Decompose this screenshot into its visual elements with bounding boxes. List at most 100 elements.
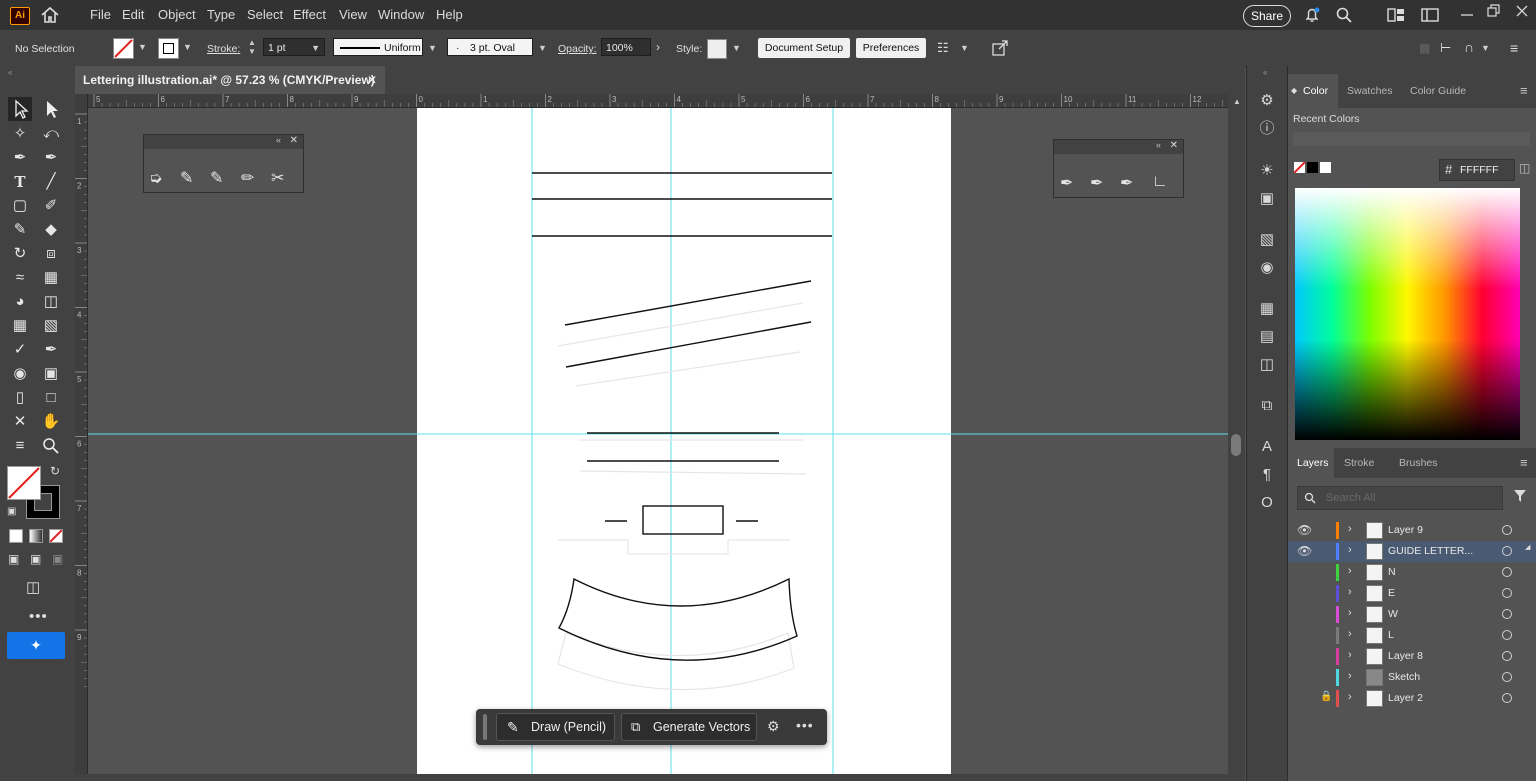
restore-icon[interactable] (1487, 4, 1501, 18)
layers-menu-icon[interactable]: ≡ (1520, 455, 1528, 470)
tab-layers[interactable]: Layers (1288, 448, 1334, 478)
close-icon[interactable] (1515, 4, 1529, 18)
home-icon[interactable] (40, 6, 60, 24)
layer-row[interactable]: › N (1288, 562, 1536, 583)
document-setup-button[interactable]: Document Setup (758, 38, 850, 58)
scale-tool-icon[interactable]: ⧈ (39, 242, 63, 266)
none-mode-icon[interactable] (49, 529, 63, 543)
zoom-tool-icon[interactable] (39, 434, 63, 458)
close-tab-icon[interactable]: ✕ (367, 66, 377, 94)
pathfinder-icon[interactable]: ▦ (1257, 299, 1277, 319)
expand-arrow-icon[interactable]: › (1348, 544, 1352, 556)
rectangle-tool-icon[interactable]: ▢ (8, 194, 32, 218)
recent-colors-strip[interactable] (1293, 132, 1530, 146)
minimize-icon[interactable] (1460, 7, 1474, 21)
eyedropper-tool-icon[interactable]: ✓ (8, 338, 32, 362)
layer-row[interactable]: › W (1288, 604, 1536, 625)
export-icon[interactable]: ⧉ (1257, 396, 1277, 416)
stroke-stepper-icon[interactable]: ▲ ▼ (248, 38, 258, 58)
gradient-tool-icon[interactable]: ▧ (39, 314, 63, 338)
expand-arrow-icon[interactable]: › (1348, 586, 1352, 598)
scroll-up-icon[interactable]: ▲ (1233, 97, 1241, 106)
curvature-tool-icon[interactable]: ✒ (39, 146, 63, 170)
menu-view[interactable]: View (339, 7, 367, 22)
draw-pencil-button[interactable]: ✎ Draw (Pencil) (496, 713, 615, 741)
paintbrush-tool-icon[interactable]: ✐ (39, 194, 63, 218)
transform-icon[interactable]: ∩ (1464, 39, 1474, 55)
column-graph-tool-icon[interactable]: ▯ (8, 386, 32, 410)
properties-icon[interactable]: ⚙ (1257, 91, 1277, 111)
workspace-icon[interactable] (1421, 8, 1439, 22)
panel-header[interactable]: « ✕ (1054, 140, 1183, 154)
arrange-icon[interactable]: ☷ (937, 40, 955, 56)
menu-object[interactable]: Object (158, 7, 196, 22)
drag-handle[interactable] (483, 714, 487, 740)
blend-tool-icon[interactable]: ◉ (8, 362, 32, 386)
tab-brushes[interactable]: Brushes (1399, 457, 1438, 469)
brush-dropdown-icon[interactable]: ▼ (538, 43, 547, 53)
symbol-sprayer-tool-icon[interactable]: ▣ (39, 362, 63, 386)
vertical-scrollbar[interactable]: ▲ (1228, 94, 1245, 781)
brush-definition-select[interactable]: · 3 pt. Oval (447, 38, 533, 56)
menu-file[interactable]: File (90, 7, 111, 22)
menu-help[interactable]: Help (436, 7, 463, 22)
collapse-strip-icon[interactable]: « (1263, 68, 1267, 77)
paragraph-icon[interactable]: ¶ (1257, 465, 1277, 485)
canvas-area[interactable] (88, 108, 1228, 781)
document-tab[interactable]: Lettering illustration.ai* @ 57.23 % (CM… (75, 66, 385, 94)
pencil-tool-icon[interactable]: ✎ (8, 218, 32, 242)
distribute-icon[interactable]: ⊢ (1440, 40, 1451, 56)
layer-row[interactable]: 👁 › Layer 9 (1288, 520, 1536, 541)
generative-ai-icon[interactable]: ✦ (7, 632, 65, 659)
panel-menu-icon[interactable]: ≡ (1520, 83, 1528, 98)
free-transform-tool-icon[interactable]: ▦ (39, 266, 63, 290)
arrange-dropdown-icon[interactable]: ▼ (960, 43, 969, 53)
panel-header[interactable]: « ✕ (144, 135, 303, 149)
target-icon[interactable] (1502, 651, 1512, 661)
panel-menu-icon[interactable]: ≡ (1510, 40, 1518, 56)
expand-arrow-icon[interactable]: › (1348, 649, 1352, 661)
horizontal-scrollbar[interactable] (75, 774, 1228, 781)
stroke-dropdown-icon[interactable]: ▼ (183, 42, 192, 52)
pen-tool-icon[interactable]: ✒ (1060, 173, 1073, 193)
stroke-weight-field[interactable]: 1 pt ▼ (263, 38, 325, 56)
add-anchor-point-tool-icon[interactable]: ✒ (1090, 173, 1103, 193)
character-icon[interactable]: A (1257, 437, 1277, 457)
tab-color-guide[interactable]: Color Guide (1410, 85, 1466, 97)
slice-tool-icon[interactable]: ✕ (8, 410, 32, 434)
gradient-icon[interactable]: ▧ (1257, 230, 1277, 250)
rotate-tool-icon[interactable]: ↻ (8, 242, 32, 266)
target-icon[interactable] (1502, 546, 1512, 556)
delete-anchor-point-tool-icon[interactable]: ✒ (1120, 173, 1133, 193)
layer-row[interactable]: › L (1288, 625, 1536, 646)
color-icon[interactable]: ☀ (1257, 161, 1277, 181)
preferences-button[interactable]: Preferences (856, 38, 926, 58)
transform-dropdown-icon[interactable]: ▼ (1481, 43, 1490, 53)
target-icon[interactable] (1502, 693, 1512, 703)
mesh-tool-icon[interactable]: ▦ (8, 314, 32, 338)
layer-row[interactable]: › Sketch (1288, 667, 1536, 688)
width-tool-icon[interactable]: ≈ (8, 266, 32, 290)
expand-arrow-icon[interactable]: › (1348, 565, 1352, 577)
search-icon[interactable] (1335, 6, 1353, 24)
pen-tool-icon[interactable]: ✒ (8, 146, 32, 170)
draw-normal-icon[interactable]: ▣ (8, 552, 19, 566)
expand-arrow-icon[interactable]: › (1348, 523, 1352, 535)
expand-arrow-icon[interactable]: › (1348, 670, 1352, 682)
settings-icon[interactable]: ⚙ (767, 718, 780, 735)
collapse-icon[interactable]: « (276, 135, 281, 145)
generate-vectors-button[interactable]: ⧉ Generate Vectors (621, 713, 757, 741)
color-spectrum[interactable] (1295, 188, 1520, 440)
artboard-tool-icon[interactable]: □ (39, 386, 63, 410)
color-options-icon[interactable]: ◫ (1519, 161, 1530, 175)
target-icon[interactable] (1502, 609, 1512, 619)
opacity-label[interactable]: Opacity: (558, 43, 597, 55)
profile-dropdown-icon[interactable]: ▼ (428, 43, 437, 53)
align-icon[interactable]: ▦ (1419, 41, 1430, 55)
eye-icon[interactable]: 👁 (1297, 544, 1312, 558)
transform-icon[interactable]: ▣ (1257, 189, 1277, 209)
eye-icon[interactable]: 👁 (1297, 523, 1312, 537)
scrollbar-thumb[interactable] (1231, 434, 1241, 456)
menu-select[interactable]: Select (247, 7, 283, 22)
layer-row[interactable]: 🔒 › Layer 2 (1288, 688, 1536, 709)
